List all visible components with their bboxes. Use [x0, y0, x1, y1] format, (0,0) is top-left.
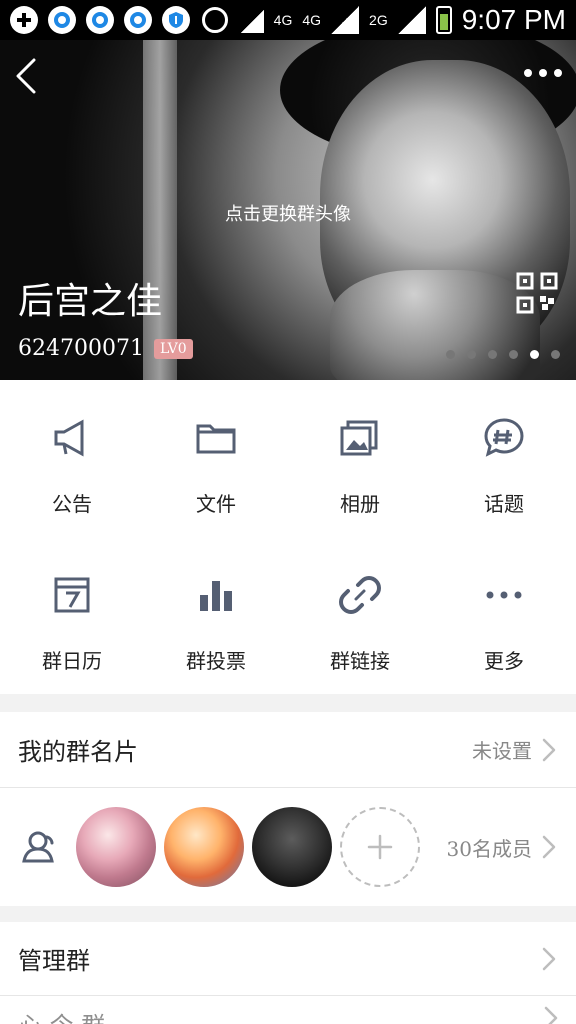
group-cover[interactable]: 点击更换群头像 后宫之佳 624700071 LV0 [0, 40, 576, 380]
chevron-right-icon [542, 835, 556, 859]
shield-icon [162, 6, 190, 34]
more-options-icon[interactable] [524, 68, 562, 78]
member-avatar[interactable] [164, 807, 244, 887]
manage-group-title: 管理群 [18, 947, 90, 975]
page-dot [446, 350, 455, 359]
my-group-card-value: 未设置 [472, 739, 532, 763]
page-dot [551, 350, 560, 359]
next-row-label-partial: 心 今 群 [18, 1006, 105, 1024]
alarm-icon [201, 7, 228, 33]
manage-group-row[interactable]: 管理群 [0, 922, 576, 996]
qq-icon [48, 6, 76, 34]
cover-hand [330, 270, 540, 380]
folder-icon [196, 424, 236, 454]
feature-label: 群日历 [42, 649, 102, 673]
my-group-card-row[interactable]: 我的群名片 未设置 [0, 712, 576, 788]
cover-page-indicator [446, 350, 560, 359]
more-icon [486, 591, 522, 599]
member-avatar[interactable] [252, 807, 332, 887]
feature-label: 文件 [196, 492, 236, 516]
feature-label: 话题 [484, 492, 524, 516]
feature-announcement[interactable]: 公告 [0, 380, 144, 537]
megaphone-icon [54, 419, 84, 457]
status-time: 9:07 PM [461, 4, 566, 35]
section-divider [0, 694, 576, 712]
network-label: 4G [273, 12, 293, 28]
group-name: 后宫之佳 [18, 281, 163, 322]
page-dot [509, 350, 518, 359]
vote-icon [200, 581, 232, 611]
feature-more[interactable]: 更多 [432, 537, 576, 694]
section-divider [0, 906, 576, 922]
feature-link[interactable]: 群链接 [288, 537, 432, 694]
feature-grid-row: 群日历 群投票 群链接 更多 [0, 537, 576, 694]
group-id-row: 624700071 LV0 [18, 336, 193, 361]
member-avatar[interactable] [76, 807, 156, 887]
feature-grid-row: 公告 文件 相册 话题 [0, 380, 576, 537]
page-dot [467, 350, 476, 359]
next-row-partial[interactable]: 心 今 群 [0, 996, 576, 1024]
photo-album-icon [340, 420, 378, 456]
group-level-badge: LV0 [153, 338, 193, 359]
chevron-right-icon [542, 947, 556, 970]
feature-label: 公告 [52, 492, 92, 516]
qq-icon [86, 6, 114, 34]
group-id: 624700071 [18, 336, 144, 361]
add-notification-icon [10, 6, 38, 34]
feature-vote[interactable]: 群投票 [144, 537, 288, 694]
qr-code-icon[interactable] [516, 272, 558, 314]
status-left-icons [10, 6, 190, 34]
page-dot [488, 350, 497, 359]
status-right: 4G 4G 2G 9:07 PM [201, 4, 566, 36]
link-icon [339, 576, 381, 614]
network-label: 4G [302, 12, 322, 28]
feature-label: 更多 [484, 649, 524, 673]
feature-grid: 公告 文件 相册 话题 群日历 群投票 群链接 更多 [0, 380, 576, 694]
feature-album[interactable]: 相册 [288, 380, 432, 537]
add-member-button[interactable] [340, 807, 420, 887]
qq-icon [124, 6, 152, 34]
members-icon [22, 831, 54, 863]
plus-icon [367, 834, 393, 860]
signal-icon [397, 6, 426, 34]
members-row[interactable]: 30名成员 [0, 788, 576, 906]
my-group-card-title: 我的群名片 [18, 738, 138, 766]
change-avatar-hint[interactable]: 点击更换群头像 [0, 200, 576, 226]
chevron-right-icon [544, 1006, 558, 1024]
network-label: 2G [369, 12, 388, 28]
feature-label: 群链接 [330, 649, 390, 673]
status-bar: 4G 4G 2G 9:07 PM [0, 0, 576, 40]
feature-label: 群投票 [186, 649, 246, 673]
chevron-right-icon [542, 738, 556, 761]
battery-icon [435, 6, 452, 34]
feature-label: 相册 [340, 492, 380, 516]
topic-icon [484, 418, 524, 457]
signal-icon [331, 6, 360, 34]
back-arrow-icon[interactable] [14, 58, 38, 94]
feature-calendar[interactable]: 群日历 [0, 537, 144, 694]
members-count: 30名成员 [446, 836, 532, 861]
feature-topics[interactable]: 话题 [432, 380, 576, 537]
page-dot-active [530, 350, 539, 359]
calendar-icon [54, 577, 90, 613]
wifi-icon [237, 7, 264, 33]
plus-icon [17, 13, 31, 27]
feature-files[interactable]: 文件 [144, 380, 288, 537]
